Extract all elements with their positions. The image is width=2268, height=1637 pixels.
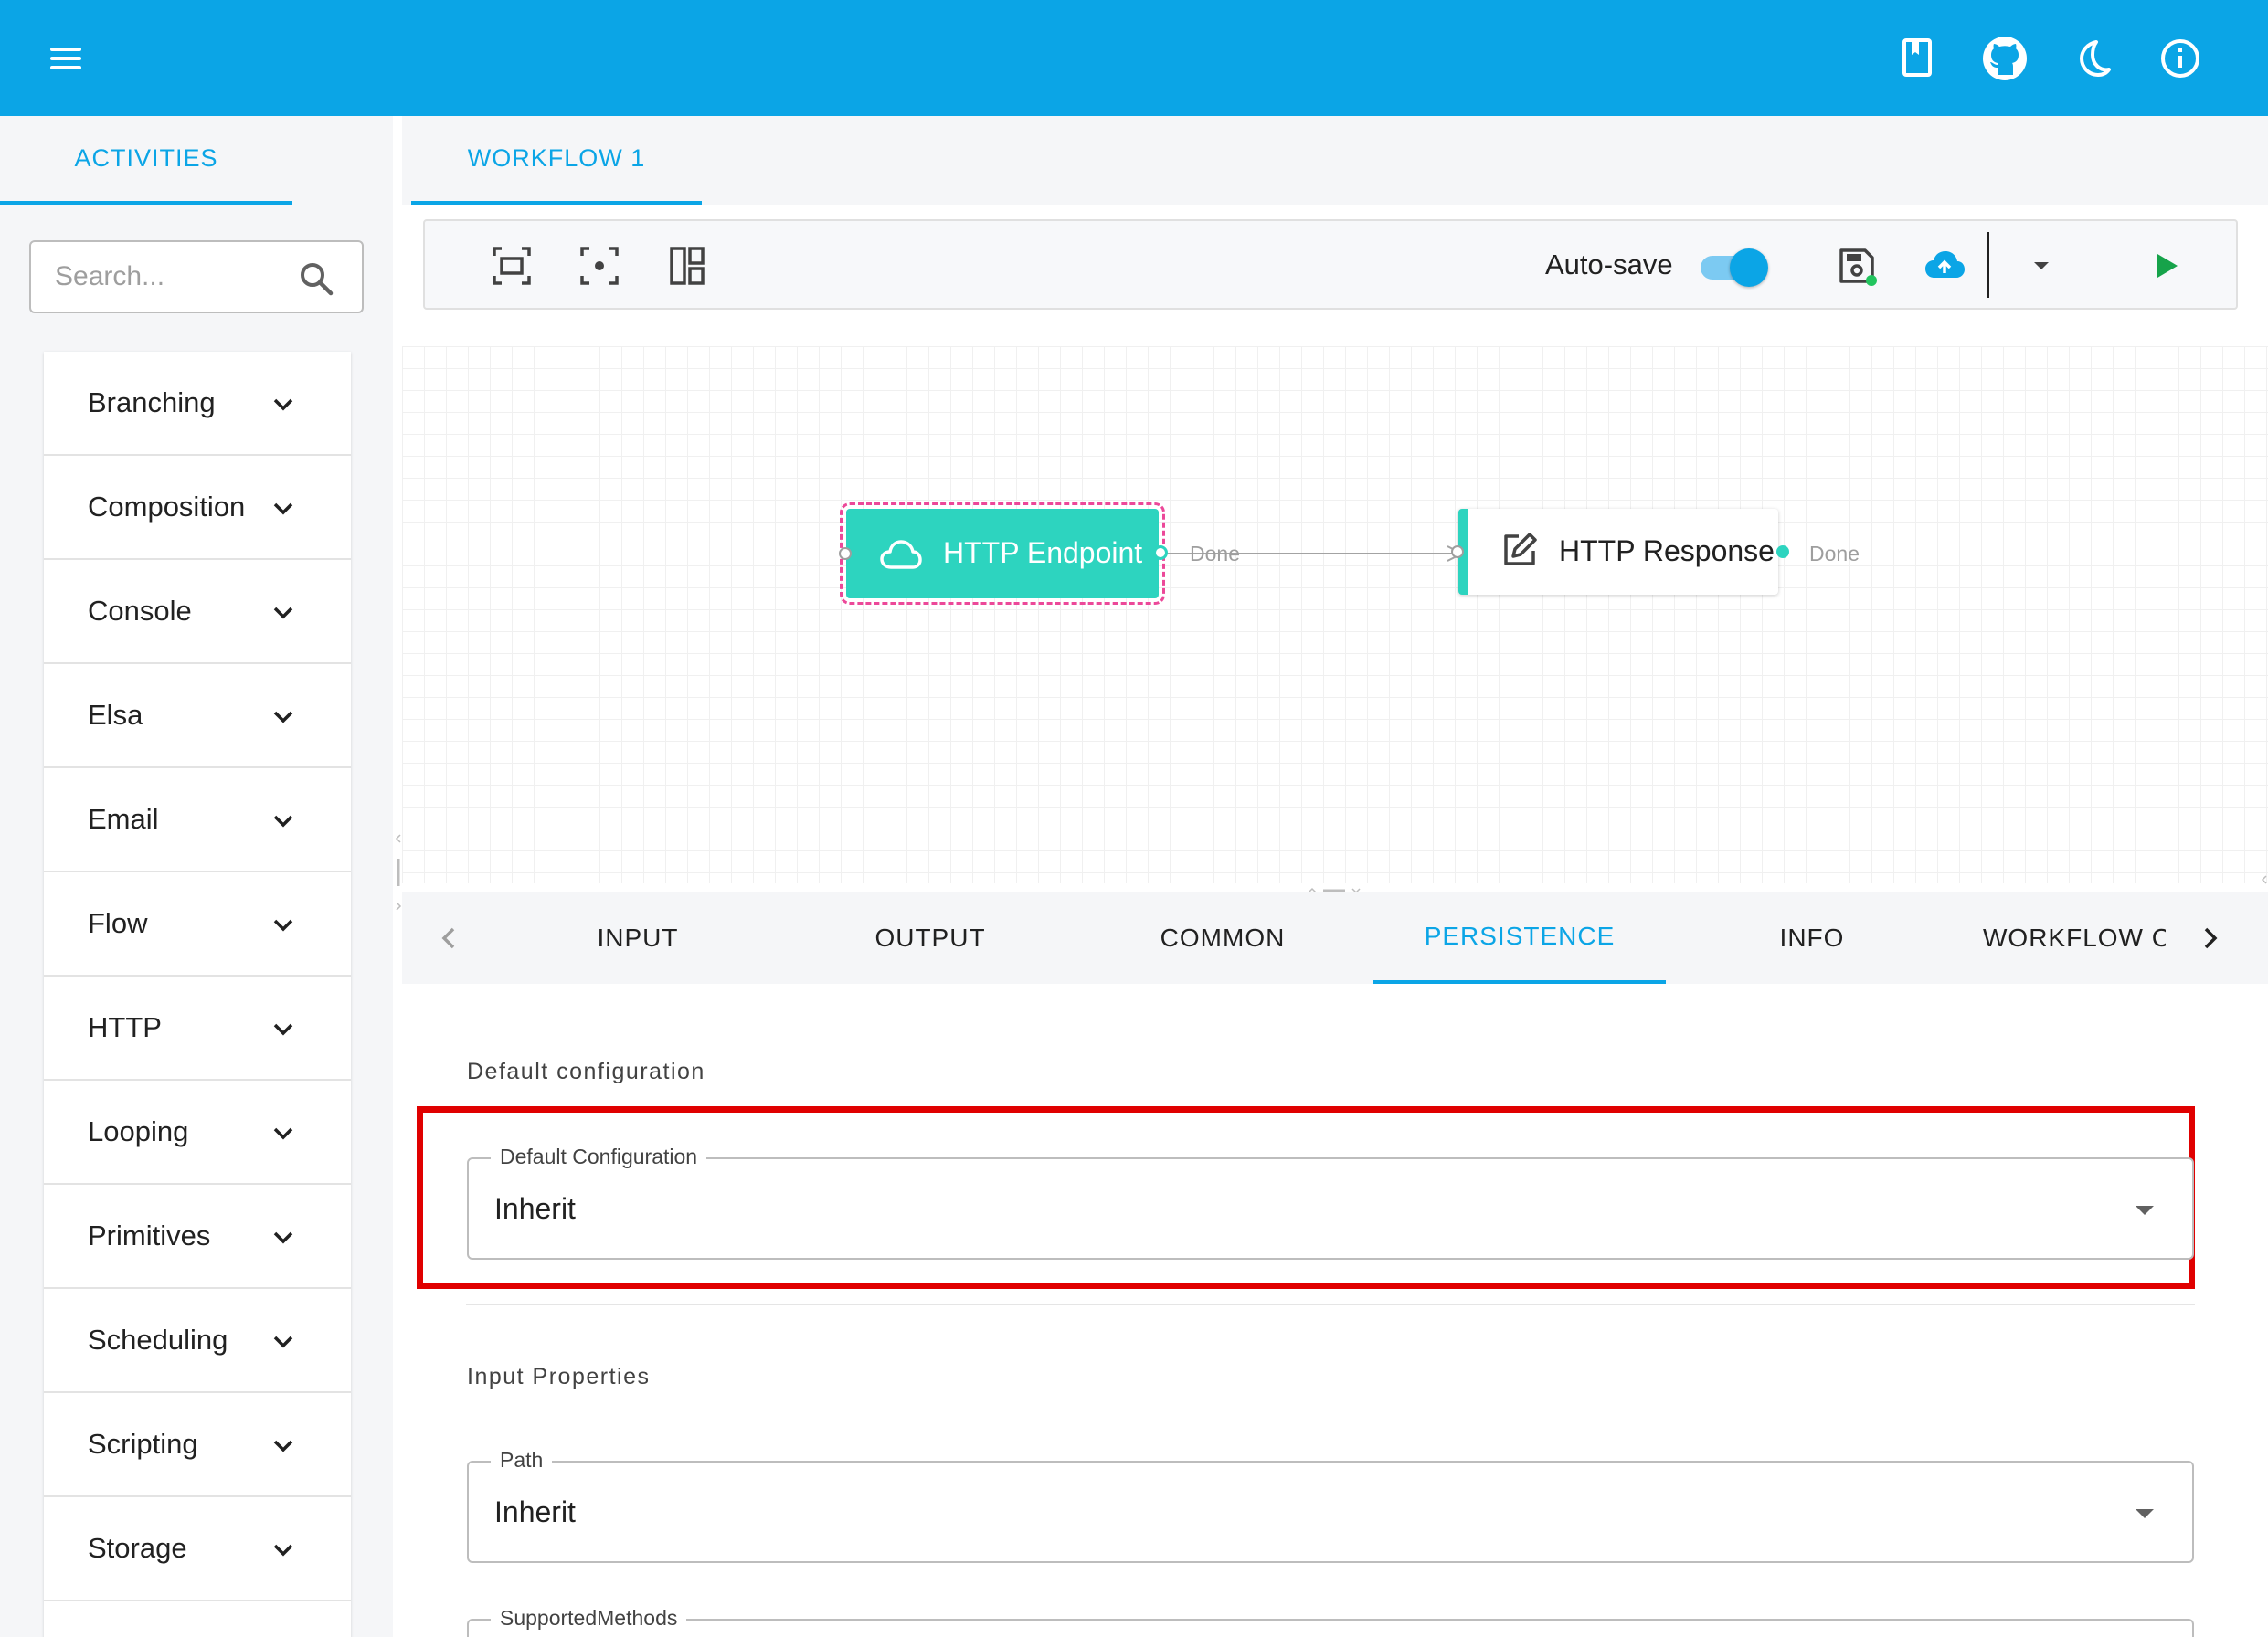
property-tabs: INPUT OUTPUT COMMON PERSISTENCE INFO WOR… <box>402 892 2268 984</box>
category-label: HTTP <box>88 1011 162 1043</box>
panel-resize-handle[interactable] <box>395 831 402 914</box>
category-storage[interactable]: Storage <box>44 1497 351 1601</box>
category-branching[interactable]: Branching <box>44 352 351 456</box>
node-label: HTTP Response <box>1559 534 1775 567</box>
category-composition[interactable]: Composition <box>44 456 351 560</box>
dropdown-arrow-icon <box>2136 1509 2154 1518</box>
field-value: Inherit <box>494 1495 576 1528</box>
output-port-done[interactable] <box>1153 545 1168 560</box>
dropdown-arrow-icon <box>2136 1206 2154 1215</box>
hamburger-menu-icon[interactable] <box>46 42 86 75</box>
autosave-label: Auto-save <box>1545 248 1673 280</box>
category-console[interactable]: Console <box>44 560 351 664</box>
tab-output[interactable]: OUTPUT <box>784 892 1076 984</box>
github-icon[interactable] <box>1981 35 2029 82</box>
chevron-right-icon[interactable] <box>2193 922 2226 955</box>
cloud-upload-icon[interactable] <box>1922 243 1967 289</box>
category-label: Primitives <box>88 1220 211 1252</box>
autosave-toggle[interactable] <box>1699 248 1768 287</box>
chevron-down-icon <box>273 1440 293 1452</box>
tab-info[interactable]: INFO <box>1666 892 1958 984</box>
category-elsa[interactable]: Elsa <box>44 664 351 768</box>
node-http-endpoint[interactable]: HTTP Endpoint <box>840 502 1165 605</box>
output-port-done[interactable] <box>1776 545 1789 558</box>
auto-layout-icon[interactable] <box>664 243 710 289</box>
field-label: Default Configuration <box>491 1145 707 1169</box>
input-port[interactable] <box>839 547 852 560</box>
tab-input[interactable]: INPUT <box>492 892 784 984</box>
outcome-label: Done <box>1190 542 1240 565</box>
category-label: Console <box>88 595 192 627</box>
outcome-label: Done <box>1809 542 1860 565</box>
tab-workflow-context[interactable]: WORKFLOW CO <box>1983 892 2166 984</box>
designer-toolbar: Auto-save <box>423 219 2238 310</box>
path-select[interactable]: Path Inherit <box>467 1448 2194 1563</box>
chevron-down-icon <box>273 1127 293 1140</box>
tab-persistence[interactable]: PERSISTENCE <box>1373 892 1666 984</box>
chevron-down-icon <box>273 607 293 619</box>
activity-search-input[interactable] <box>55 257 292 297</box>
category-flow[interactable]: Flow <box>44 872 351 977</box>
docs-book-icon[interactable] <box>1893 35 1941 82</box>
category-label: Scripting <box>88 1428 198 1460</box>
chevron-down-icon <box>273 398 293 411</box>
edit-icon <box>1504 533 1537 565</box>
category-label: Composition <box>88 491 246 523</box>
search-icon[interactable] <box>298 260 334 297</box>
chevron-down-icon <box>273 711 293 723</box>
category-label: Looping <box>88 1115 189 1147</box>
toolbar-divider <box>1987 232 1989 298</box>
chevron-down-icon <box>273 1544 293 1557</box>
field-label: Path <box>491 1448 553 1473</box>
chevron-down-icon <box>273 1023 293 1036</box>
tab-common[interactable]: COMMON <box>1076 892 1369 984</box>
field-label: SupportedMethods <box>491 1606 687 1631</box>
category-label: Storage <box>88 1532 187 1564</box>
app-bar <box>0 0 2268 116</box>
category-label: Elsa <box>88 699 143 731</box>
chevron-down-icon <box>273 919 293 932</box>
dark-mode-moon-icon[interactable] <box>2069 35 2116 82</box>
category-label: Branching <box>88 386 216 418</box>
category-label: Scheduling <box>88 1324 228 1356</box>
chevron-down-icon <box>273 1336 293 1348</box>
cloud-icon <box>880 540 922 569</box>
chevron-down-icon <box>273 815 293 828</box>
workflow-editor: WORKFLOW 1 Auto-save HTTP Endpoint Done … <box>402 116 2268 1637</box>
activity-category-list: Branching Composition Console Elsa Email… <box>44 352 351 1637</box>
activity-search-box <box>29 240 364 313</box>
category-http[interactable]: HTTP <box>44 977 351 1081</box>
category-primitives[interactable]: Primitives <box>44 1185 351 1289</box>
section-divider <box>466 1304 2195 1305</box>
section-title-input-properties: Input Properties <box>467 1364 651 1389</box>
center-focus-icon[interactable] <box>577 243 622 289</box>
supported-methods-select[interactable]: SupportedMethods <box>467 1606 2194 1637</box>
workflow-tab-bar: WORKFLOW 1 <box>402 116 2268 205</box>
tab-activities[interactable]: ACTIVITIES <box>0 116 292 205</box>
category-label: Email <box>88 803 159 835</box>
node-http-response[interactable]: HTTP Response <box>1458 509 1778 595</box>
category-scheduling[interactable]: Scheduling <box>44 1289 351 1393</box>
chevron-left-icon[interactable] <box>433 922 466 955</box>
activities-panel: ACTIVITIES Branching Composition Console… <box>0 116 393 1637</box>
default-configuration-select[interactable]: Default Configuration Inherit <box>467 1145 2194 1260</box>
dropdown-arrow-icon[interactable] <box>2019 243 2064 289</box>
info-icon[interactable] <box>2157 35 2204 82</box>
category-email[interactable]: Email <box>44 768 351 872</box>
tab-workflow-1[interactable]: WORKFLOW 1 <box>411 116 702 205</box>
workflow-canvas[interactable]: HTTP Endpoint Done HTTP Response Done <box>402 346 2268 883</box>
chevron-down-icon <box>273 502 293 515</box>
field-value: Inherit <box>494 1192 576 1225</box>
play-icon[interactable] <box>2143 243 2189 289</box>
section-title-default-configuration: Default configuration <box>467 1059 705 1084</box>
zoom-to-fit-icon[interactable] <box>489 243 535 289</box>
category-label: Flow <box>88 907 148 939</box>
category-next-partial[interactable] <box>44 1601 351 1637</box>
node-label: HTTP Endpoint <box>943 536 1143 569</box>
input-port[interactable] <box>1451 545 1464 558</box>
save-icon[interactable] <box>1834 243 1880 289</box>
category-looping[interactable]: Looping <box>44 1081 351 1185</box>
chevron-down-icon <box>273 1231 293 1244</box>
category-scripting[interactable]: Scripting <box>44 1393 351 1497</box>
